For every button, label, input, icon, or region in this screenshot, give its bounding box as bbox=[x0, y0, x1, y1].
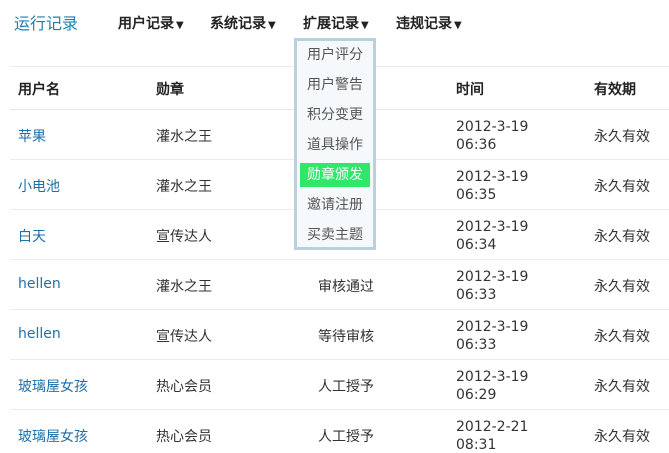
extension-records-dropdown: 用户评分 用户警告 积分变更 道具操作 勋章颁发 邀请注册 买卖主题 bbox=[294, 38, 376, 250]
dropdown-item-user-warning[interactable]: 用户警告 bbox=[300, 73, 370, 97]
username-link[interactable]: hellen bbox=[18, 326, 61, 342]
dropdown-item-invite-register[interactable]: 邀请注册 bbox=[300, 193, 370, 217]
medal-name: 热心会员 bbox=[156, 379, 212, 395]
column-header-username: 用户名 bbox=[18, 82, 60, 98]
validity: 永久有效 bbox=[594, 179, 650, 195]
timestamp: 2012-3-19 06:29 bbox=[456, 368, 566, 404]
timestamp-date: 2012-3-19 bbox=[456, 119, 529, 135]
timestamp-date: 2012-3-19 bbox=[456, 369, 529, 385]
dropdown-item-user-rating[interactable]: 用户评分 bbox=[300, 43, 370, 67]
timestamp-time: 06:29 bbox=[456, 387, 497, 403]
timestamp: 2012-3-19 06:33 bbox=[456, 268, 566, 304]
timestamp: 2012-3-19 06:36 bbox=[456, 118, 566, 154]
operation-status: 等待审核 bbox=[318, 329, 374, 345]
timestamp-time: 06:34 bbox=[456, 237, 497, 253]
validity: 永久有效 bbox=[594, 329, 650, 345]
username-link[interactable]: 苹果 bbox=[18, 126, 46, 146]
dropdown-item-medal-award[interactable]: 勋章颁发 bbox=[300, 163, 370, 187]
nav-extension-records[interactable]: 扩展记录 ▼ bbox=[303, 13, 369, 33]
chevron-down-icon: ▼ bbox=[361, 20, 369, 31]
timestamp: 2012-3-19 06:33 bbox=[456, 318, 566, 354]
medal-name: 灌水之王 bbox=[156, 129, 212, 145]
chevron-down-icon: ▼ bbox=[454, 20, 462, 31]
validity: 永久有效 bbox=[594, 429, 650, 445]
dropdown-item-credit-change[interactable]: 积分变更 bbox=[300, 103, 370, 127]
timestamp: 2012-3-19 06:34 bbox=[456, 218, 566, 254]
username-link[interactable]: 小电池 bbox=[18, 176, 60, 196]
operation-status: 审核通过 bbox=[318, 279, 374, 295]
nav-user-records[interactable]: 用户记录 ▼ bbox=[118, 13, 184, 33]
timestamp-time: 06:33 bbox=[456, 337, 497, 353]
nav-user-records-label: 用户记录 bbox=[118, 16, 174, 32]
table-row: 玻璃屋女孩 热心会员 人工授予 2012-2-21 08:31 永久有效 bbox=[10, 410, 669, 453]
timestamp-date: 2012-3-19 bbox=[456, 319, 529, 335]
timestamp-date: 2012-3-19 bbox=[456, 169, 529, 185]
timestamp-date: 2012-2-21 bbox=[456, 419, 529, 435]
medal-name: 灌水之王 bbox=[156, 279, 212, 295]
table-row: hellen 宣传达人 等待审核 2012-3-19 06:33 永久有效 bbox=[10, 310, 669, 360]
timestamp-time: 06:33 bbox=[456, 287, 497, 303]
username-link[interactable]: 玻璃屋女孩 bbox=[18, 376, 88, 396]
operation-status: 人工授予 bbox=[318, 379, 374, 395]
column-header-medal: 勋章 bbox=[156, 82, 184, 98]
username-link[interactable]: 玻璃屋女孩 bbox=[18, 426, 88, 446]
validity: 永久有效 bbox=[594, 379, 650, 395]
dropdown-item-item-operation[interactable]: 道具操作 bbox=[300, 133, 370, 157]
timestamp-time: 06:35 bbox=[456, 187, 497, 203]
validity: 永久有效 bbox=[594, 279, 650, 295]
timestamp: 2012-2-21 08:31 bbox=[456, 418, 566, 453]
nav-violation-records-label: 违规记录 bbox=[396, 16, 452, 32]
timestamp-date: 2012-3-19 bbox=[456, 269, 529, 285]
username-link[interactable]: 白天 bbox=[18, 226, 46, 246]
medal-name: 宣传达人 bbox=[156, 329, 212, 345]
timestamp-time: 06:36 bbox=[456, 137, 497, 153]
dropdown-item-trade-topic[interactable]: 买卖主题 bbox=[300, 223, 370, 247]
medal-name: 宣传达人 bbox=[156, 229, 212, 245]
username-link[interactable]: hellen bbox=[18, 276, 61, 292]
nav-system-records[interactable]: 系统记录 ▼ bbox=[210, 13, 276, 33]
timestamp: 2012-3-19 06:35 bbox=[456, 168, 566, 204]
nav-violation-records[interactable]: 违规记录 ▼ bbox=[396, 13, 462, 33]
nav-system-records-label: 系统记录 bbox=[210, 16, 266, 32]
nav-extension-records-label: 扩展记录 bbox=[303, 16, 359, 32]
operation-status: 人工授予 bbox=[318, 429, 374, 445]
medal-name: 灌水之王 bbox=[156, 179, 212, 195]
chevron-down-icon: ▼ bbox=[268, 20, 276, 31]
medal-name: 热心会员 bbox=[156, 429, 212, 445]
chevron-down-icon: ▼ bbox=[176, 20, 184, 31]
timestamp-date: 2012-3-19 bbox=[456, 219, 529, 235]
timestamp-time: 08:31 bbox=[456, 437, 497, 453]
validity: 永久有效 bbox=[594, 229, 650, 245]
column-header-validity: 有效期 bbox=[594, 82, 636, 98]
column-header-time: 时间 bbox=[456, 82, 484, 98]
table-row: 玻璃屋女孩 热心会员 人工授予 2012-3-19 06:29 永久有效 bbox=[10, 360, 669, 410]
page-title: 运行记录 bbox=[14, 14, 79, 33]
table-row: hellen 灌水之王 审核通过 2012-3-19 06:33 永久有效 bbox=[10, 260, 669, 310]
validity: 永久有效 bbox=[594, 129, 650, 145]
